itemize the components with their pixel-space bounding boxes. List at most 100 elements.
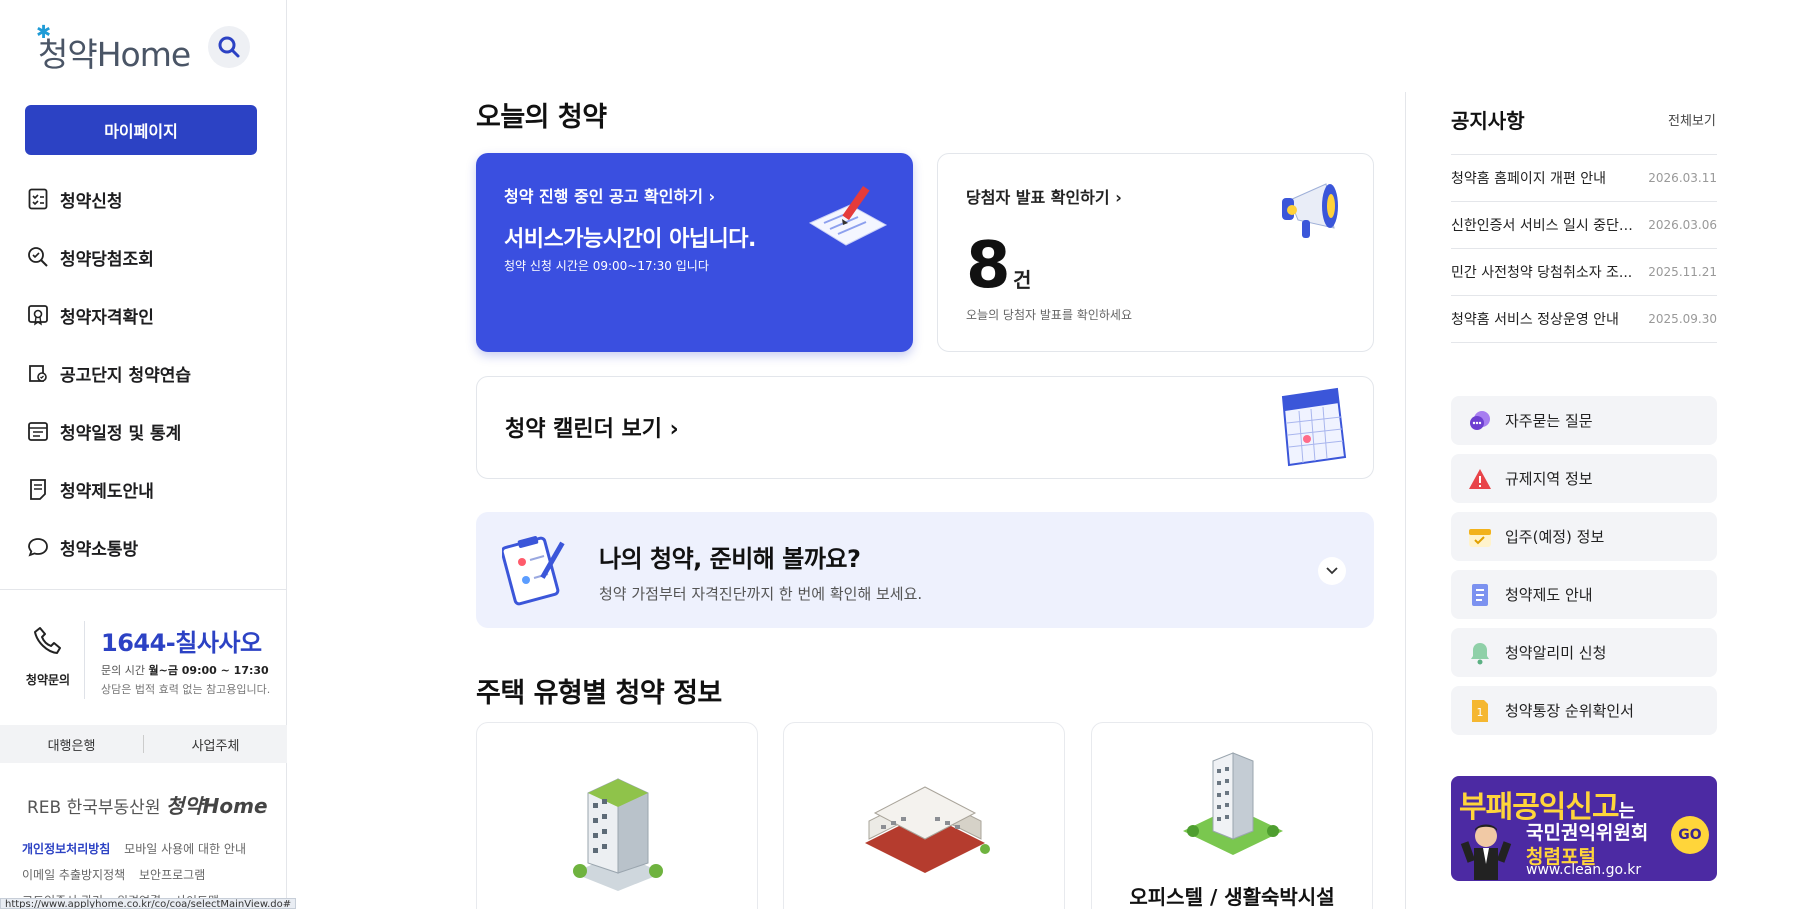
apply-card-sub: 청약 신청 시간은 09:00~17:30 입니다 [504,259,709,273]
notice-item-date: 2026.03.06 [1648,218,1717,232]
notice-item-title: 청약홈 서비스 정상운영 안내 [1451,312,1619,328]
calendar-card[interactable]: 청약 캘린더 보기 › [476,376,1374,479]
notice-item[interactable]: 신한인증서 서비스 일시 중단 ... 2026.03.06 [1451,202,1717,249]
calendar-stats-icon [25,419,50,444]
contact-label: 청약문의 [25,673,71,687]
sidebar-divider [0,589,287,590]
quick-link-alert-signup[interactable]: 청약알리미 신청 [1451,628,1717,677]
banner-url: www.clean.go.kr [1526,862,1642,878]
chevron-down-icon [1326,567,1338,575]
tab-agent-bank[interactable]: 대행은행 [0,735,143,754]
chevron-right-icon: › [1115,188,1122,207]
document-icon [25,477,50,502]
bell-icon [1467,640,1493,666]
rank-doc-icon: 1 [1467,698,1493,724]
banner-person-illustration [1460,824,1512,880]
contact-separator [84,621,85,699]
contact-info: 청약문의 1644-칠사사오 문의 시간 월~금 09:00 ~ 17:30 상… [0,615,287,715]
sidebar-item-practice[interactable]: 공고단지 청약연습 [25,344,265,402]
sidebar-item-schedule[interactable]: 청약일정 및 통계 [25,402,265,460]
apply-card-link[interactable]: 청약 진행 중인 공고 확인하기 › [504,183,715,207]
application-form-icon [808,185,888,246]
quick-link-label: 청약알리미 신청 [1505,644,1607,662]
house-card-apartment[interactable] [476,722,758,909]
sidebar-item-community[interactable]: 청약소통방 [25,518,265,576]
notice-item[interactable]: 청약홈 서비스 정상운영 안내 2025.09.30 [1451,296,1717,343]
sidebar-item-eligibility[interactable]: 청약자격확인 [25,286,265,344]
house-card-officetel[interactable]: 오피스텔 / 생활숙박시설 [1091,722,1373,909]
sidebar-item-win-check[interactable]: 청약당첨조회 [25,228,265,286]
officetel-building-icon [1183,752,1283,855]
logo-star-icon: ✱ [36,22,51,43]
quick-link-regulated-area[interactable]: 규제지역 정보 [1451,454,1717,503]
contact-hours: 문의 시간 월~금 09:00 ~ 17:30 [101,662,269,678]
sidebar-item-apply[interactable]: 청약신청 [25,170,265,228]
notice-view-all-link[interactable]: 전체보기 [1668,110,1716,129]
sidebar: ✱ 청약Home 마이페이지 청약신청 청약당첨조회 청약자격확인 공고단지 청… [0,0,297,909]
prep-card-sub: 청약 가점부터 자격진단까지 한 번에 확인해 보세요. [599,585,923,603]
notice-item-title: 민간 사전청약 당첨취소자 조... [1451,265,1633,281]
contact-note: 상담은 법적 효력 없는 참고용입니다. [101,683,271,696]
notice-item[interactable]: 청약홈 홈페이지 개편 안내 2026.03.11 [1451,155,1717,202]
calendar-link-label: 청약 캘린더 보기 [505,417,662,442]
apply-card-message: 서비스가능시간이 아닙니다. [504,227,756,252]
practice-icon [25,361,50,386]
sidebar-item-label: 공고단지 청약연습 [60,365,192,386]
page-title: 오늘의 청약 [476,102,607,133]
search-button[interactable] [208,26,250,68]
contact-label-block: 청약문의 [22,625,74,688]
status-bar-url: https://www.applyhome.co.kr/co/coa/selec… [0,898,297,909]
footer-link-mobile[interactable]: 모바일 사용에 대한 안내 [124,842,246,856]
quick-link-faq[interactable]: 자주묻는 질문 [1451,396,1717,445]
reb-logo-prefix: REB 한국부동산원 [27,798,161,818]
quick-link-label: 입주(예정) 정보 [1505,528,1605,546]
search-icon [218,36,240,58]
expand-button[interactable] [1318,557,1346,585]
footer-link-privacy[interactable]: 개인정보처리방침 [22,842,110,856]
search-check-icon [25,245,50,270]
faq-bubble-icon [1467,408,1493,434]
calendar-illustration-icon [1281,387,1347,467]
sidebar-nav: 청약신청 청약당첨조회 청약자격확인 공고단지 청약연습 청약일정 및 통계 청… [25,170,265,576]
mypage-button[interactable]: 마이페이지 [25,105,257,155]
logo-text: 청약Home [38,35,191,74]
warning-icon [1467,466,1493,492]
calendar-check-icon [1467,524,1493,550]
calendar-link[interactable]: 청약 캘린더 보기 › [505,411,679,443]
phone-icon [34,627,61,654]
house-card-public-housing[interactable] [783,722,1065,909]
banner-go-button[interactable]: GO [1671,816,1709,854]
chevron-right-icon: › [708,187,716,206]
apply-card[interactable]: 청약 진행 중인 공고 확인하기 › 서비스가능시간이 아닙니다. 청약 신청 … [476,153,913,352]
quick-link-move-in[interactable]: 입주(예정) 정보 [1451,512,1717,561]
winner-card-sub: 오늘의 당첨자 발표를 확인하세요 [966,308,1133,322]
quick-link-system-guide[interactable]: 청약제도 안내 [1451,570,1717,619]
sidebar-item-label: 청약일정 및 통계 [60,423,182,444]
public-housing-building-icon [865,786,990,873]
tab-developer[interactable]: 사업주체 [144,735,287,754]
sidebar-item-label: 청약제도안내 [60,481,154,502]
footer-link-security[interactable]: 보안프로그램 [139,868,205,882]
svg-text:1: 1 [1477,706,1484,719]
app-root: ✱ 청약Home 마이페이지 청약신청 청약당첨조회 청약자격확인 공고단지 청… [0,0,1804,909]
sidebar-item-label: 청약자격확인 [60,307,154,328]
certificate-icon [25,303,50,328]
footer-link-email-policy[interactable]: 이메일 추출방지정책 [22,868,125,882]
right-column-divider [1405,92,1406,909]
quick-link-label: 자주묻는 질문 [1505,412,1593,430]
logo-row: ✱ 청약Home [36,22,250,74]
apply-card-link-label: 청약 진행 중인 공고 확인하기 [504,187,703,206]
site-logo[interactable]: ✱ 청약Home [36,22,191,76]
contact-phone[interactable]: 1644-칠사사오 [101,623,262,658]
sidebar-item-system-guide[interactable]: 청약제도안내 [25,460,265,518]
hours-prefix: 문의 시간 [101,664,145,677]
anticorruption-banner[interactable]: 부패공익신고는 국민권익위원회 청렴포털 www.clean.go.kr GO [1451,776,1717,881]
notice-item[interactable]: 민간 사전청약 당첨취소자 조... 2025.11.21 [1451,249,1717,296]
sidebar-item-label: 청약당첨조회 [60,249,154,270]
prep-card[interactable]: 나의 청약, 준비해 볼까요? 청약 가점부터 자격진단까지 한 번에 확인해 … [476,512,1374,628]
megaphone-icon [1282,183,1338,238]
winner-card-link[interactable]: 당첨자 발표 확인하기 › [966,184,1122,208]
winner-card[interactable]: 당첨자 발표 확인하기 › 8 건 오늘의 당첨자 발표를 확인하세요 [937,153,1374,352]
bank-tabs: 대행은행 사업주체 [0,725,287,763]
quick-link-rank-certificate[interactable]: 1 청약통장 순위확인서 [1451,686,1717,735]
